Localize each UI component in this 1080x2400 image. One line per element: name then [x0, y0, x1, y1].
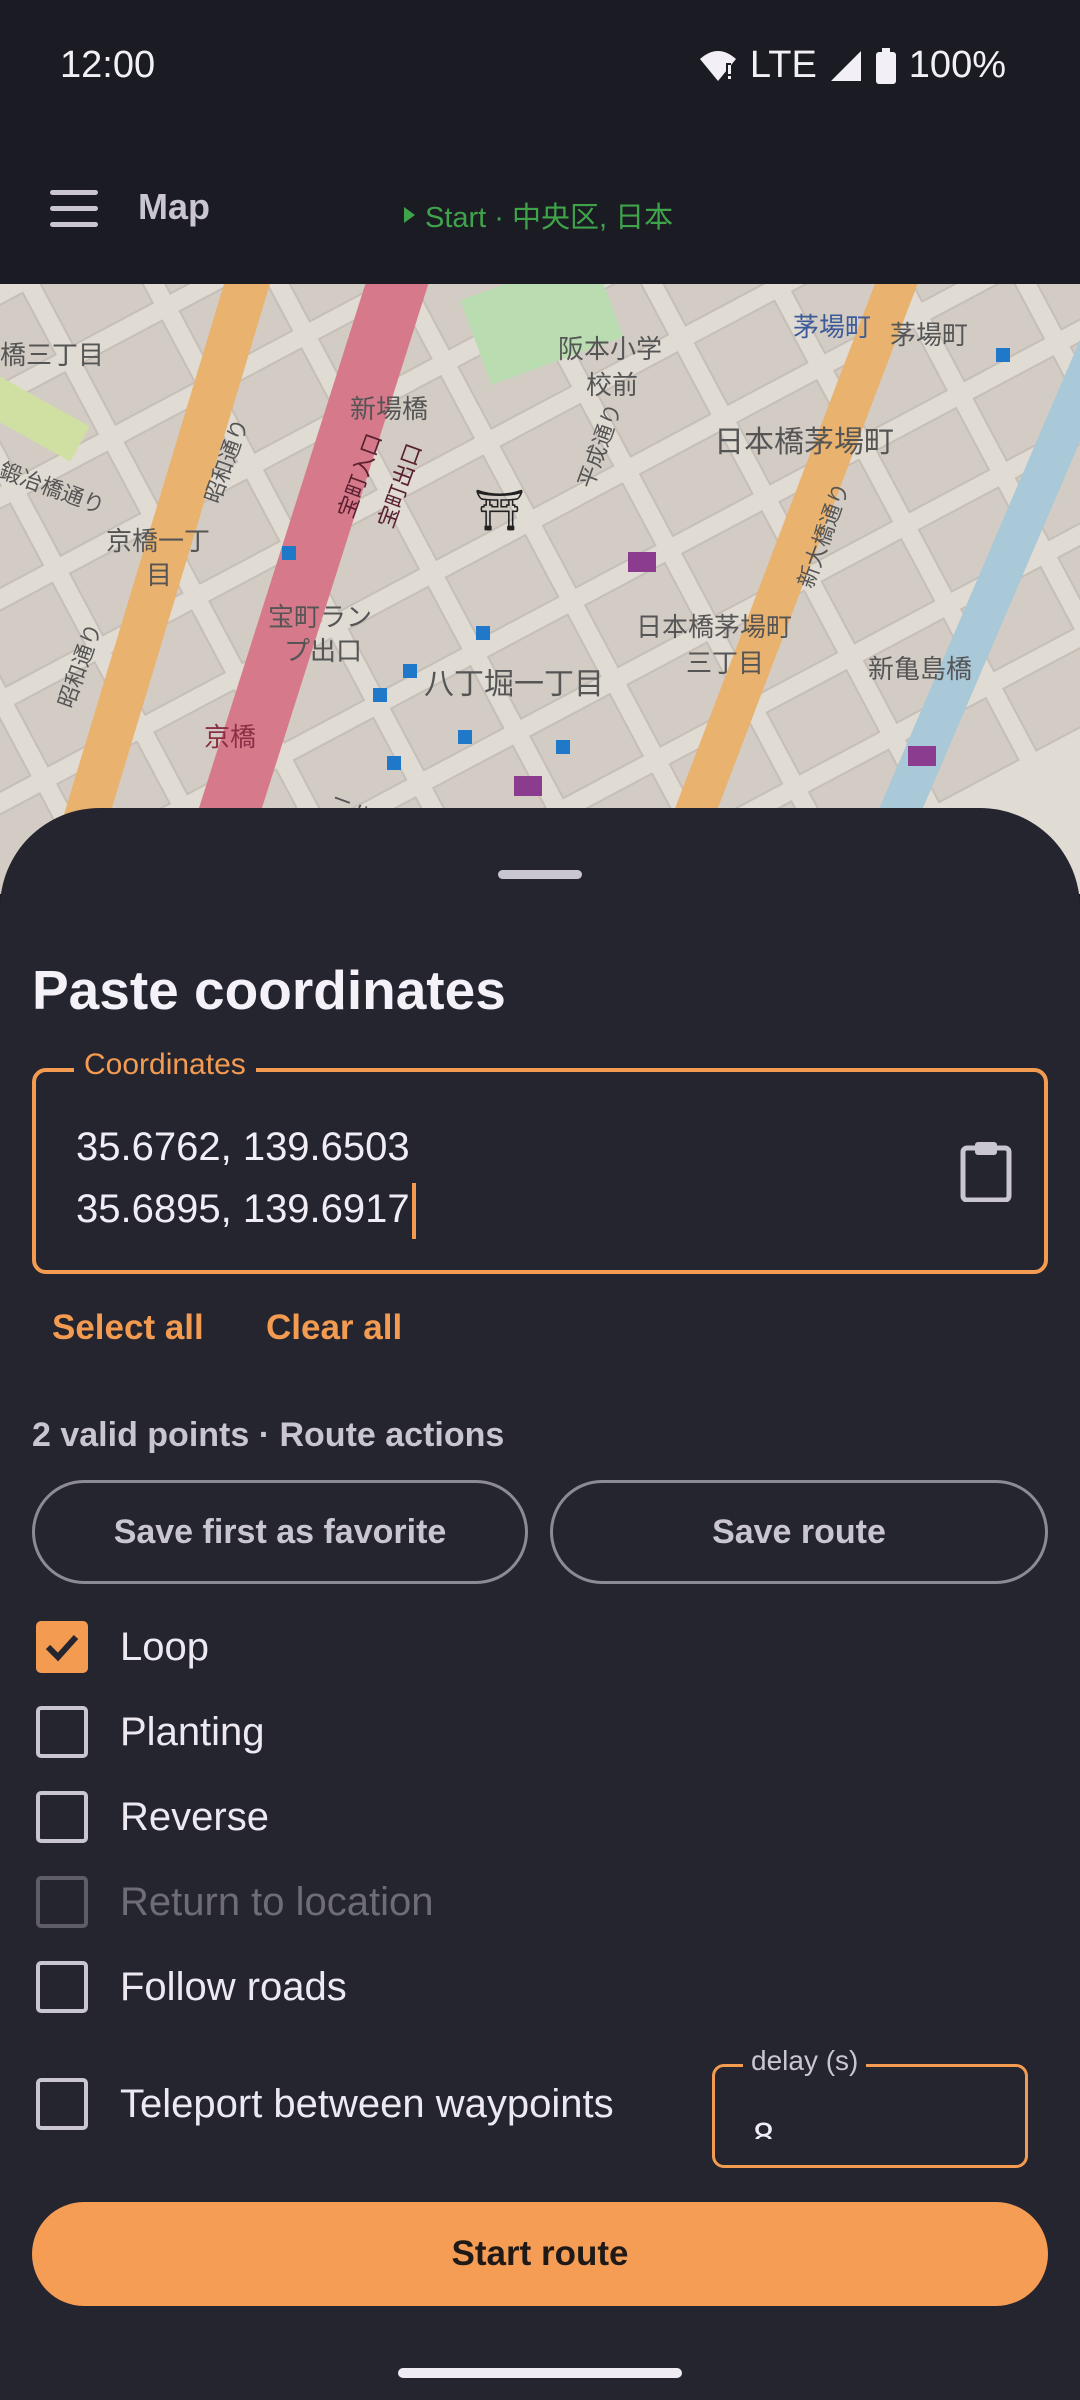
status-bar: 12:00 LTE 100% — [0, 0, 1080, 134]
svg-text:橋三丁目: 橋三丁目 — [0, 341, 104, 371]
route-summary: 2 valid points · Route actions — [32, 1416, 505, 1454]
svg-text:プ出口: プ出口 — [284, 637, 362, 667]
svg-text:目: 目 — [146, 561, 172, 591]
battery-level: 100% — [908, 44, 1006, 86]
status-time: 12:00 — [60, 44, 156, 86]
delay-label: delay (s) — [743, 2045, 867, 2077]
option-planting[interactable]: Planting — [36, 1706, 265, 1758]
coordinate-line: 35.6895, 139.6917 — [76, 1187, 410, 1231]
option-teleport[interactable]: Teleport between waypoints — [36, 2078, 614, 2130]
teleport-checkbox[interactable] — [36, 2078, 88, 2130]
delay-field[interactable]: delay (s) 8 — [712, 2045, 1028, 2168]
app-title: Map — [138, 186, 210, 227]
sheet-title: Paste coordinates — [32, 959, 506, 1021]
network-type: LTE — [749, 44, 817, 86]
text-caret — [411, 1183, 416, 1240]
start-location-text: Start · 中央区, 日本 — [425, 202, 674, 234]
app-bar: Map Start · 中央区, 日本 — [0, 134, 1080, 284]
coordinates-label: Coordinates — [74, 1048, 256, 1082]
status-icons: LTE 100% — [698, 44, 1006, 87]
return-to-location-checkbox — [36, 1876, 88, 1928]
planting-label: Planting — [120, 1709, 265, 1754]
reverse-checkbox[interactable] — [36, 1791, 88, 1843]
svg-text:日本橋茅場町: 日本橋茅場町 — [714, 425, 894, 460]
svg-text:茅場町: 茅場町 — [793, 313, 871, 343]
option-loop[interactable]: Loop — [36, 1621, 209, 1673]
menu-icon[interactable] — [50, 190, 98, 228]
drag-handle[interactable] — [498, 870, 582, 879]
svg-text:三丁目: 三丁目 — [686, 649, 764, 679]
option-return-to-location: Return to location — [36, 1876, 434, 1928]
start-route-button[interactable]: Start route — [32, 2202, 1048, 2306]
check-icon — [45, 1634, 79, 1662]
coordinates-field[interactable]: Coordinates 35.6762, 139.6503 35.6895, 1… — [32, 1048, 1048, 1274]
follow-roads-checkbox[interactable] — [36, 1961, 88, 2013]
planting-checkbox[interactable] — [36, 1706, 88, 1758]
return-to-location-label: Return to location — [120, 1879, 434, 1924]
svg-text:宝町ラン: 宝町ラン — [268, 603, 372, 633]
loop-label: Loop — [120, 1624, 209, 1669]
wifi-icon — [699, 50, 736, 81]
svg-text:新亀島橋: 新亀島橋 — [868, 655, 972, 685]
play-arrow-icon — [404, 207, 415, 223]
clear-all-button[interactable]: Clear all — [266, 1308, 402, 1348]
svg-text:京橋: 京橋 — [204, 723, 256, 753]
select-all-button[interactable]: Select all — [52, 1308, 204, 1348]
signal-icon — [830, 50, 861, 81]
map-view[interactable]: ⛩ 茅場町 茅場町 阪本小学 校前 新場橋 日本橋茅場町 京橋一丁 目 宝町ラン… — [0, 284, 1080, 894]
gesture-bar — [398, 2368, 682, 2378]
map-canvas[interactable]: ⛩ 茅場町 茅場町 阪本小学 校前 新場橋 日本橋茅場町 京橋一丁 目 宝町ラン… — [0, 284, 1080, 894]
paste-coordinates-sheet: Paste coordinates Coordinates 35.6762, 1… — [0, 808, 1080, 2400]
coordinate-line: 35.6762, 139.6503 — [76, 1125, 410, 1169]
reverse-label: Reverse — [120, 1794, 269, 1839]
svg-text:八丁堀一丁目: 八丁堀一丁目 — [424, 667, 604, 702]
svg-text:京橋一丁: 京橋一丁 — [106, 527, 210, 557]
option-follow-roads[interactable]: Follow roads — [36, 1961, 347, 2013]
svg-text:校前: 校前 — [586, 371, 638, 401]
svg-text:阪本小学: 阪本小学 — [558, 335, 662, 365]
option-reverse[interactable]: Reverse — [36, 1791, 269, 1843]
delay-value[interactable]: 8 — [753, 2109, 774, 2139]
follow-roads-label: Follow roads — [120, 1964, 347, 2009]
battery-icon — [875, 47, 896, 84]
loop-checkbox[interactable] — [36, 1621, 88, 1673]
teleport-label: Teleport between waypoints — [120, 2081, 614, 2126]
save-route-button[interactable]: Save route — [550, 1480, 1048, 1584]
start-location-label[interactable]: Start · 中央区, 日本 — [404, 194, 673, 236]
coordinates-text[interactable]: 35.6762, 139.6503 35.6895, 139.6917 — [76, 1116, 416, 1240]
svg-text:茅場町: 茅場町 — [890, 321, 968, 351]
save-first-favorite-button[interactable]: Save first as favorite — [32, 1480, 528, 1584]
svg-text:新場橋: 新場橋 — [350, 395, 428, 425]
clipboard-paste-icon[interactable] — [960, 1140, 1012, 1202]
svg-text:日本橋茅場町: 日本橋茅場町 — [636, 613, 792, 643]
svg-text:⛩: ⛩ — [474, 488, 525, 534]
